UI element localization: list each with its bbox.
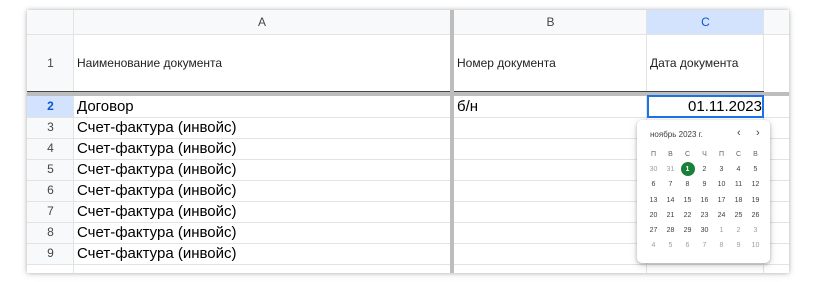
day-cell[interactable]: 30 <box>696 224 713 238</box>
chevron-left-icon[interactable]: ‹ <box>737 127 741 139</box>
active-cell-border <box>647 95 764 118</box>
day-cell[interactable]: 25 <box>730 209 747 223</box>
day-cell[interactable]: 11 <box>730 178 747 192</box>
weekday-label: П <box>718 151 725 158</box>
cell-a3[interactable]: Счет-фактура (инвойс) <box>74 117 450 138</box>
cell-a2[interactable]: Договор <box>74 96 450 117</box>
cell-a1[interactable]: Наименование документа <box>74 35 450 92</box>
column-header-c[interactable]: C <box>647 10 764 35</box>
select-all-corner[interactable] <box>27 10 74 35</box>
day-cell[interactable]: 27 <box>645 224 662 238</box>
cell-b9[interactable] <box>454 243 647 264</box>
chevron-right-icon[interactable]: › <box>756 127 760 139</box>
day-cell[interactable]: 28 <box>662 224 679 238</box>
day-cell[interactable]: 2 <box>730 224 747 238</box>
day-cell[interactable]: 3 <box>713 163 730 177</box>
day-cell[interactable]: 13 <box>645 194 662 208</box>
day-cell[interactable]: 14 <box>662 194 679 208</box>
row-header-4[interactable]: 4 <box>27 138 74 159</box>
day-cell[interactable]: 31 <box>662 163 679 177</box>
day-cell[interactable]: 3 <box>747 224 764 238</box>
day-cell[interactable]: 29 <box>679 224 696 238</box>
day-cell[interactable]: 9 <box>730 239 747 253</box>
weekday-label: С <box>735 151 742 158</box>
cell-b2[interactable]: б/н <box>454 96 647 117</box>
day-cell[interactable]: 1 <box>713 224 730 238</box>
day-cell[interactable]: 18 <box>730 194 747 208</box>
day-cell[interactable]: 6 <box>645 178 662 192</box>
weekday-label: В <box>668 151 673 158</box>
day-cell[interactable]: 7 <box>662 178 679 192</box>
row-header-7[interactable]: 7 <box>27 201 74 222</box>
cell-b5[interactable] <box>454 159 647 180</box>
day-cell[interactable]: 23 <box>696 209 713 223</box>
day-cell[interactable]: 12 <box>747 178 764 192</box>
cell-b3[interactable] <box>454 117 647 138</box>
cell-b6[interactable] <box>454 180 647 201</box>
row-header-5[interactable]: 5 <box>27 159 74 180</box>
day-cell[interactable]: 5 <box>747 163 764 177</box>
cell-a4[interactable]: Счет-фактура (инвойс) <box>74 138 450 159</box>
day-cell[interactable]: 6 <box>679 239 696 253</box>
cell-b8[interactable] <box>454 222 647 243</box>
day-cell[interactable]: 30 <box>645 163 662 177</box>
cell-b7[interactable] <box>454 201 647 222</box>
day-cell[interactable]: 16 <box>696 194 713 208</box>
cell-a7[interactable]: Счет-фактура (инвойс) <box>74 201 450 222</box>
column-header-b[interactable]: B <box>454 10 647 35</box>
day-cell[interactable]: 10 <box>713 178 730 192</box>
weekday-label: В <box>753 151 758 158</box>
day-cell[interactable]: 2 <box>696 163 713 177</box>
date-picker-month-label: ноябрь 2023 г. <box>650 130 703 139</box>
row-header-1[interactable]: 1 <box>27 35 74 92</box>
spreadsheet-grid: A B C 1 Наименование документа Номер док… <box>27 10 789 273</box>
day-cell[interactable]: 20 <box>645 209 662 223</box>
day-cell[interactable]: 10 <box>747 239 764 253</box>
frozen-column-divider[interactable] <box>450 10 454 273</box>
row-header-8[interactable]: 8 <box>27 222 74 243</box>
row-header-2[interactable]: 2 <box>27 96 74 117</box>
day-cell[interactable]: 8 <box>713 239 730 253</box>
cell-a9[interactable]: Счет-фактура (инвойс) <box>74 243 450 264</box>
day-cell[interactable]: 8 <box>679 178 696 192</box>
day-cell[interactable]: 15 <box>679 194 696 208</box>
day-cell[interactable]: 9 <box>696 178 713 192</box>
weekday-label: П <box>650 151 657 158</box>
weekday-label: С <box>684 151 691 158</box>
day-cell[interactable]: 7 <box>696 239 713 253</box>
cell-a5[interactable]: Счет-фактура (инвойс) <box>74 159 450 180</box>
day-cell[interactable]: 26 <box>747 209 764 223</box>
date-picker-popup[interactable]: ноябрь 2023 г. ‹ › П В С Ч П С В 30 31 1 2 3 4 5 6 7 8 9 1… <box>637 120 770 263</box>
day-cell[interactable]: 5 <box>662 239 679 253</box>
selected-day[interactable]: 1 <box>679 162 696 177</box>
day-cell[interactable]: 22 <box>679 209 696 223</box>
cell-a8[interactable]: Счет-фактура (инвойс) <box>74 222 450 243</box>
cell-a6[interactable]: Счет-фактура (инвойс) <box>74 180 450 201</box>
row-header-9[interactable]: 9 <box>27 243 74 264</box>
day-cell[interactable]: 21 <box>662 209 679 223</box>
day-cell[interactable]: 4 <box>730 163 747 177</box>
day-cell[interactable]: 4 <box>645 239 662 253</box>
day-cell[interactable]: 19 <box>747 194 764 208</box>
column-header-d[interactable] <box>764 10 789 35</box>
cell-b4[interactable] <box>454 138 647 159</box>
day-cell[interactable]: 17 <box>713 194 730 208</box>
column-header-a[interactable]: A <box>74 10 450 35</box>
day-cell[interactable]: 24 <box>713 209 730 223</box>
row-header-6[interactable]: 6 <box>27 180 74 201</box>
cell-c1[interactable]: Дата документа <box>647 35 764 92</box>
cell-b1[interactable]: Номер документа <box>454 35 647 92</box>
weekday-label: Ч <box>702 151 707 158</box>
row-header-3[interactable]: 3 <box>27 117 74 138</box>
